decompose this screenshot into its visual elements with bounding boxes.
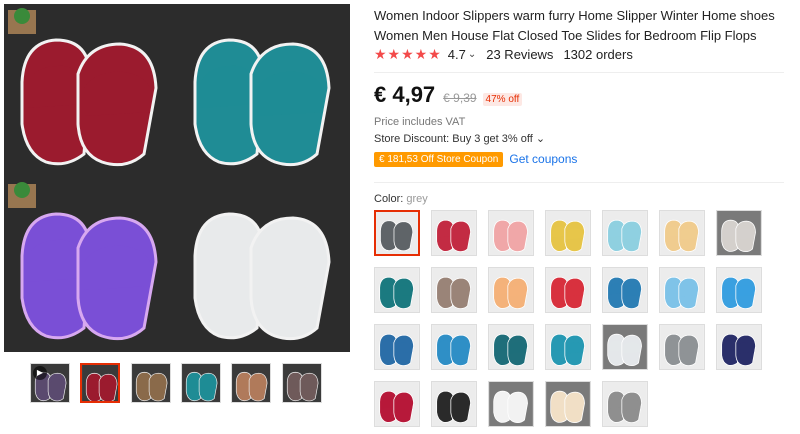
color-swatch[interactable] xyxy=(545,381,591,427)
get-coupons-link[interactable]: Get coupons xyxy=(509,152,577,166)
thumbnail-video[interactable]: ▶ xyxy=(30,363,70,403)
color-swatch[interactable] xyxy=(716,324,762,370)
color-swatch[interactable] xyxy=(431,324,477,370)
color-swatch[interactable] xyxy=(488,381,534,427)
main-product-image[interactable] xyxy=(4,4,350,352)
color-swatch[interactable] xyxy=(488,324,534,370)
color-swatch[interactable] xyxy=(716,210,762,256)
product-photo-purple-slipper xyxy=(4,178,177,352)
divider xyxy=(374,72,784,73)
orders-count: 1302 orders xyxy=(563,46,633,62)
color-swatch[interactable] xyxy=(374,267,420,313)
divider xyxy=(374,182,784,183)
color-swatch[interactable] xyxy=(716,267,762,313)
color-swatch[interactable] xyxy=(602,324,648,370)
original-price: € 9,39 xyxy=(443,91,477,105)
color-swatch[interactable] xyxy=(545,324,591,370)
rating-value[interactable]: 4.7 xyxy=(448,47,466,62)
store-coupon-badge[interactable]: € 181,53 Off Store Coupon xyxy=(374,151,504,167)
color-swatch[interactable] xyxy=(431,381,477,427)
color-swatch[interactable] xyxy=(545,210,591,256)
play-icon: ▶ xyxy=(33,366,47,380)
color-swatch[interactable] xyxy=(602,381,648,427)
rating-row: ★★★★★ 4.7 ⌄ 23 Reviews 1302 orders xyxy=(374,46,633,62)
color-swatch[interactable] xyxy=(659,267,705,313)
thumbnail-item[interactable] xyxy=(282,363,322,403)
product-photo-red-slipper xyxy=(4,4,177,178)
color-swatch[interactable] xyxy=(659,324,705,370)
color-swatch[interactable] xyxy=(602,210,648,256)
discount-badge: 47% off xyxy=(482,93,523,106)
color-swatch[interactable] xyxy=(545,267,591,313)
rating-stars: ★★★★★ xyxy=(374,45,442,62)
product-title: Women Indoor Slippers warm furry Home Sl… xyxy=(374,8,775,43)
thumbnail-item[interactable] xyxy=(131,363,171,403)
product-photo-teal-slipper xyxy=(177,4,350,178)
color-label-text: Color: xyxy=(374,193,404,205)
thumbnail-item[interactable] xyxy=(181,363,221,403)
thumbnail-item[interactable] xyxy=(231,363,271,403)
price-row: € 4,97 € 9,39 47% off xyxy=(374,82,523,110)
color-label: Color: grey xyxy=(374,193,428,205)
reviews-link[interactable]: 23 Reviews xyxy=(486,47,553,62)
color-swatch[interactable] xyxy=(602,267,648,313)
current-price: € 4,97 xyxy=(374,82,436,107)
color-swatch[interactable] xyxy=(488,267,534,313)
thumbnail-item[interactable] xyxy=(80,363,120,403)
color-swatch[interactable] xyxy=(431,210,477,256)
color-swatch[interactable] xyxy=(431,267,477,313)
chevron-down-icon[interactable]: ⌄ xyxy=(468,49,476,60)
color-swatch[interactable] xyxy=(374,324,420,370)
store-discount[interactable]: Store Discount: Buy 3 get 3% off ⌄ xyxy=(374,132,545,145)
selected-color-value: grey xyxy=(406,193,428,205)
vat-note: Price includes VAT xyxy=(374,116,466,128)
coupon-row: € 181,53 Off Store Coupon Get coupons xyxy=(374,150,577,168)
product-photo-white-slipper xyxy=(177,178,350,352)
color-swatch[interactable] xyxy=(374,210,420,256)
color-swatch[interactable] xyxy=(374,381,420,427)
color-swatch[interactable] xyxy=(488,210,534,256)
color-swatch[interactable] xyxy=(659,210,705,256)
